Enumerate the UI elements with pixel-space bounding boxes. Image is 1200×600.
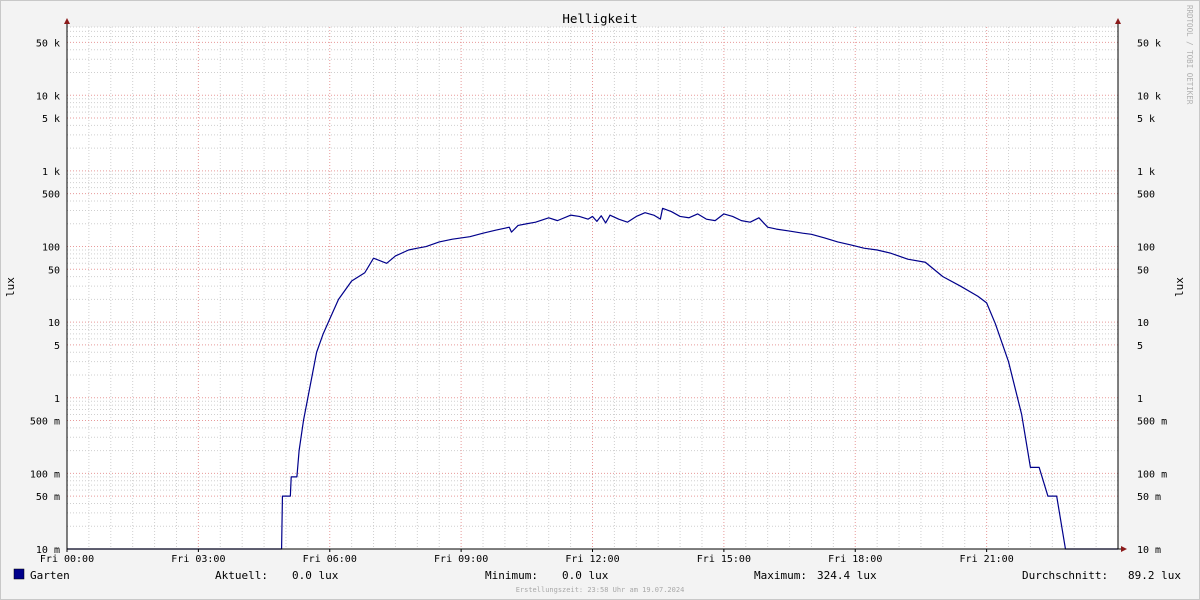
y-tick-label-right: 500 m	[1137, 417, 1167, 428]
x-tick-label: Fri 12:00	[565, 554, 619, 565]
y-tick-label-left: 1	[54, 394, 60, 405]
creation-timestamp: Erstellungszeit: 23:58 Uhr am 19.07.2024	[516, 586, 685, 594]
y-tick-label-right: 100 m	[1137, 469, 1167, 480]
y-tick-label-left: 10 m	[36, 545, 60, 556]
legend-avg-value: 89.2 lux	[1128, 569, 1181, 582]
y-tick-label-right: 50	[1137, 265, 1149, 276]
y-tick-label-left: 100	[42, 243, 60, 254]
y-axis-arrow-left	[64, 18, 70, 24]
y-tick-label-left: 100 m	[30, 469, 60, 480]
legend-max-label: Maximum:	[754, 569, 807, 582]
y-tick-label-right: 5 k	[1137, 114, 1155, 125]
y-tick-label-left: 50	[48, 265, 60, 276]
y-tick-label-right: 50 k	[1137, 38, 1161, 49]
x-tick-label: Fri 09:00	[434, 554, 488, 565]
y-tick-label-right: 1 k	[1137, 167, 1155, 178]
y-tick-label-left: 10 k	[36, 91, 60, 102]
y-axis-label-right: lux	[1173, 277, 1186, 297]
x-tick-label: Fri 06:00	[303, 554, 357, 565]
y-tick-label-left: 50 m	[36, 492, 60, 503]
y-axis-arrow-right	[1115, 18, 1121, 24]
legend-swatch-garten	[13, 568, 25, 580]
y-tick-label-left: 10	[48, 318, 60, 329]
legend-avg-label: Durchschnitt:	[1022, 569, 1108, 582]
y-tick-label-left: 5	[54, 341, 60, 352]
y-tick-label-left: 500 m	[30, 417, 60, 428]
legend-current-value: 0.0 lux	[292, 569, 339, 582]
y-tick-label-right: 1	[1137, 394, 1143, 405]
y-tick-label-left: 50 k	[36, 38, 60, 49]
y-tick-label-right: 10 k	[1137, 91, 1161, 102]
y-axis-label-left: lux	[4, 277, 17, 297]
y-tick-label-right: 100	[1137, 243, 1155, 254]
x-tick-label: Fri 03:00	[171, 554, 225, 565]
y-tick-label-left: 1 k	[42, 167, 60, 178]
x-tick-label: Fri 18:00	[828, 554, 882, 565]
y-tick-label-left: 5 k	[42, 114, 60, 125]
legend-series-name: Garten	[30, 569, 70, 582]
legend-max-value: 324.4 lux	[817, 569, 877, 582]
legend-current-label: Aktuell:	[215, 569, 268, 582]
y-tick-label-right: 10	[1137, 318, 1149, 329]
y-tick-label-right: 10 m	[1137, 545, 1161, 556]
chart-title: Helligkeit	[562, 11, 637, 26]
y-tick-label-right: 5	[1137, 341, 1143, 352]
x-axis-arrow	[1121, 546, 1127, 552]
x-tick-label: Fri 15:00	[697, 554, 751, 565]
legend-min-value: 0.0 lux	[562, 569, 609, 582]
rrdtool-watermark: RRDTOOL / TOBI OETIKER	[1185, 5, 1194, 105]
x-tick-label: Fri 21:00	[960, 554, 1014, 565]
y-tick-label-right: 500	[1137, 190, 1155, 201]
chart-canvas: Fri 00:00 Fri 03:00 Fri 06:00 Fri 09:00 Fri …	[4, 5, 1194, 594]
y-tick-label-left: 500	[42, 190, 60, 201]
y-tick-label-right: 50 m	[1137, 492, 1161, 503]
legend-min-label: Minimum:	[485, 569, 538, 582]
